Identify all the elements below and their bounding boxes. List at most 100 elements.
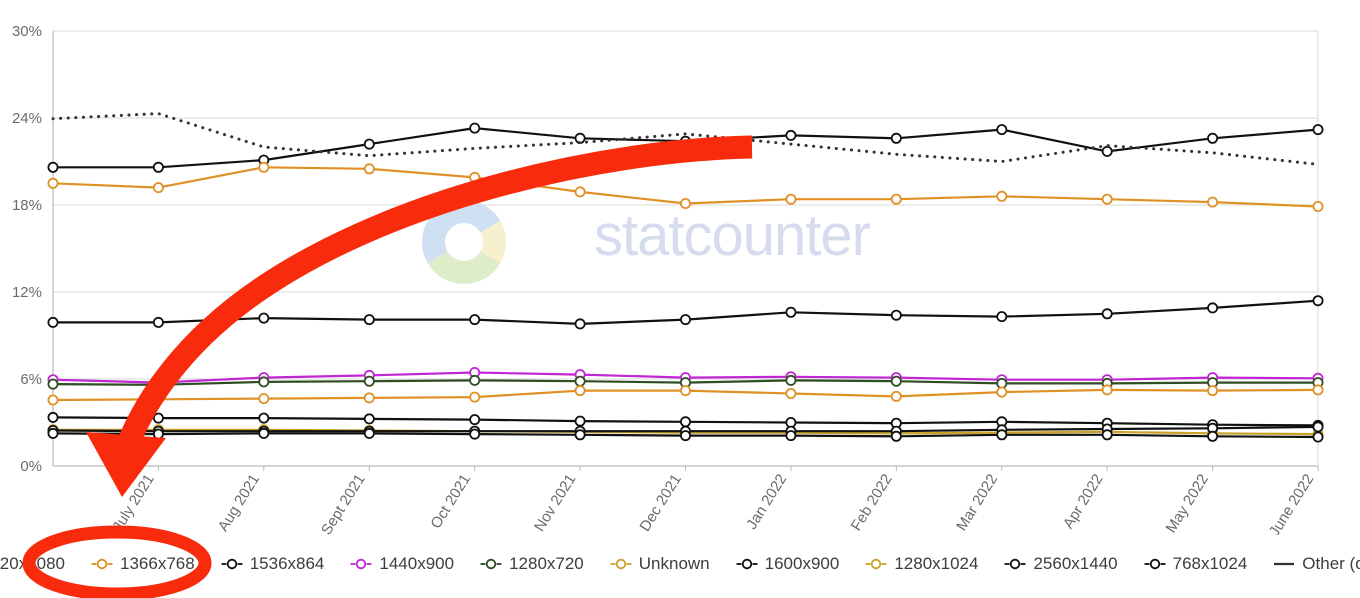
legend-item-1600x900[interactable]: 1600x900 bbox=[723, 554, 853, 574]
legend-item-1280x720[interactable]: 1280x720 bbox=[467, 554, 597, 574]
data-point bbox=[574, 385, 586, 397]
x-axis-tick-label: Oct 2021 bbox=[427, 471, 474, 532]
data-point bbox=[1101, 429, 1113, 441]
x-axis-tick-label: Apr 2022 bbox=[1060, 471, 1107, 532]
data-point bbox=[680, 385, 692, 397]
chart-legend: 1920x1080 1366x768 1536x864 1440x900 1280x72… bbox=[0, 540, 1360, 588]
data-point bbox=[680, 416, 692, 428]
diamond-circle-marker bbox=[350, 558, 372, 570]
diamond-circle-marker bbox=[736, 558, 758, 570]
diamond-circle-marker bbox=[610, 558, 632, 570]
data-point bbox=[890, 193, 902, 205]
marker-circle bbox=[871, 558, 882, 570]
y-axis-tick-label: 12% bbox=[12, 284, 42, 301]
data-point bbox=[469, 314, 481, 326]
data-point bbox=[47, 177, 59, 189]
data-point bbox=[363, 392, 375, 404]
data-point bbox=[574, 429, 586, 441]
legend-item-other-dotted-[interactable]: Other (dotted) bbox=[1260, 554, 1360, 574]
data-point bbox=[996, 429, 1008, 441]
data-point bbox=[47, 394, 59, 406]
x-axis-tick-label: Nov 2021 bbox=[531, 471, 579, 534]
legend-item-1536x864[interactable]: 1536x864 bbox=[208, 554, 338, 574]
data-point bbox=[258, 427, 270, 439]
data-point bbox=[1101, 308, 1113, 320]
legend-item-1366x768[interactable]: 1366x768 bbox=[78, 554, 208, 574]
data-point bbox=[258, 161, 270, 173]
data-point bbox=[996, 386, 1008, 398]
marker-circle bbox=[1149, 558, 1160, 570]
x-axis-labels: July 2021 Aug 2021 Sept 2021 Oct 2021 Nov 20… bbox=[109, 466, 1319, 535]
marker-circle bbox=[1010, 558, 1021, 570]
data-point bbox=[363, 314, 375, 326]
data-point bbox=[680, 314, 692, 326]
data-point bbox=[574, 132, 586, 144]
data-point bbox=[47, 161, 59, 173]
data-point bbox=[680, 430, 692, 442]
line-marker bbox=[1274, 562, 1295, 566]
data-point bbox=[258, 393, 270, 405]
data-point bbox=[363, 427, 375, 439]
y-axis-tick-label: 30% bbox=[12, 23, 42, 40]
data-point bbox=[152, 379, 164, 391]
legend-item-1920x1080[interactable]: 1920x1080 bbox=[0, 554, 78, 574]
data-point bbox=[152, 316, 164, 328]
legend-item-1440x900[interactable]: 1440x900 bbox=[337, 554, 467, 574]
data-point bbox=[890, 132, 902, 144]
marker-circle bbox=[356, 558, 367, 570]
data-point bbox=[47, 427, 59, 439]
data-point bbox=[469, 414, 481, 426]
diamond-circle-marker bbox=[1004, 558, 1026, 570]
data-point bbox=[47, 316, 59, 328]
data-point bbox=[680, 197, 692, 209]
data-point bbox=[363, 375, 375, 387]
marker-circle bbox=[615, 558, 626, 570]
data-point bbox=[1207, 132, 1219, 144]
data-point bbox=[152, 182, 164, 194]
data-point bbox=[785, 430, 797, 442]
data-point bbox=[680, 135, 692, 147]
data-point bbox=[1101, 145, 1113, 157]
data-point bbox=[890, 309, 902, 321]
series-group bbox=[47, 112, 1324, 443]
legend-item-label: 768x1024 bbox=[1172, 554, 1248, 573]
data-point bbox=[785, 306, 797, 318]
data-point bbox=[152, 161, 164, 173]
legend-item-label: 1280x720 bbox=[509, 554, 584, 573]
data-point bbox=[258, 312, 270, 324]
data-point bbox=[1207, 196, 1219, 208]
data-point bbox=[469, 374, 481, 386]
x-axis-tick-label: Jan 2022 bbox=[743, 471, 790, 532]
data-point bbox=[574, 186, 586, 198]
data-point bbox=[785, 387, 797, 399]
x-axis-tick-label: June 2022 bbox=[1266, 471, 1318, 535]
x-axis-tick-label: Feb 2022 bbox=[848, 471, 896, 534]
data-point bbox=[785, 193, 797, 205]
data-point bbox=[469, 171, 481, 183]
data-point bbox=[47, 378, 59, 390]
legend-item-label: Unknown bbox=[638, 554, 710, 573]
data-point bbox=[996, 124, 1008, 136]
legend-item-2560x1440[interactable]: 2560x1440 bbox=[991, 554, 1130, 574]
legend-item-label: 1440x900 bbox=[379, 554, 455, 573]
data-point bbox=[258, 376, 270, 388]
data-point bbox=[1312, 421, 1324, 433]
data-point bbox=[1312, 295, 1324, 307]
data-point bbox=[363, 163, 375, 175]
legend-item-label: Other (dotted) bbox=[1302, 554, 1360, 573]
legend-item-label: 1366x768 bbox=[120, 554, 195, 573]
x-axis-tick-label: May 2022 bbox=[1163, 471, 1212, 535]
data-point bbox=[152, 393, 164, 405]
data-point bbox=[574, 318, 586, 330]
data-point bbox=[574, 415, 586, 427]
legend-item-1280x1024[interactable]: 1280x1024 bbox=[852, 554, 991, 574]
data-point bbox=[152, 428, 164, 440]
legend-item-768x1024[interactable]: 768x1024 bbox=[1131, 554, 1261, 574]
data-point bbox=[890, 390, 902, 402]
y-axis-tick-label: 0% bbox=[20, 458, 42, 475]
data-point bbox=[469, 428, 481, 440]
diamond-circle-marker bbox=[480, 558, 502, 570]
data-point bbox=[1207, 430, 1219, 442]
data-point bbox=[47, 411, 59, 423]
legend-item-unknown[interactable]: Unknown bbox=[597, 554, 723, 574]
